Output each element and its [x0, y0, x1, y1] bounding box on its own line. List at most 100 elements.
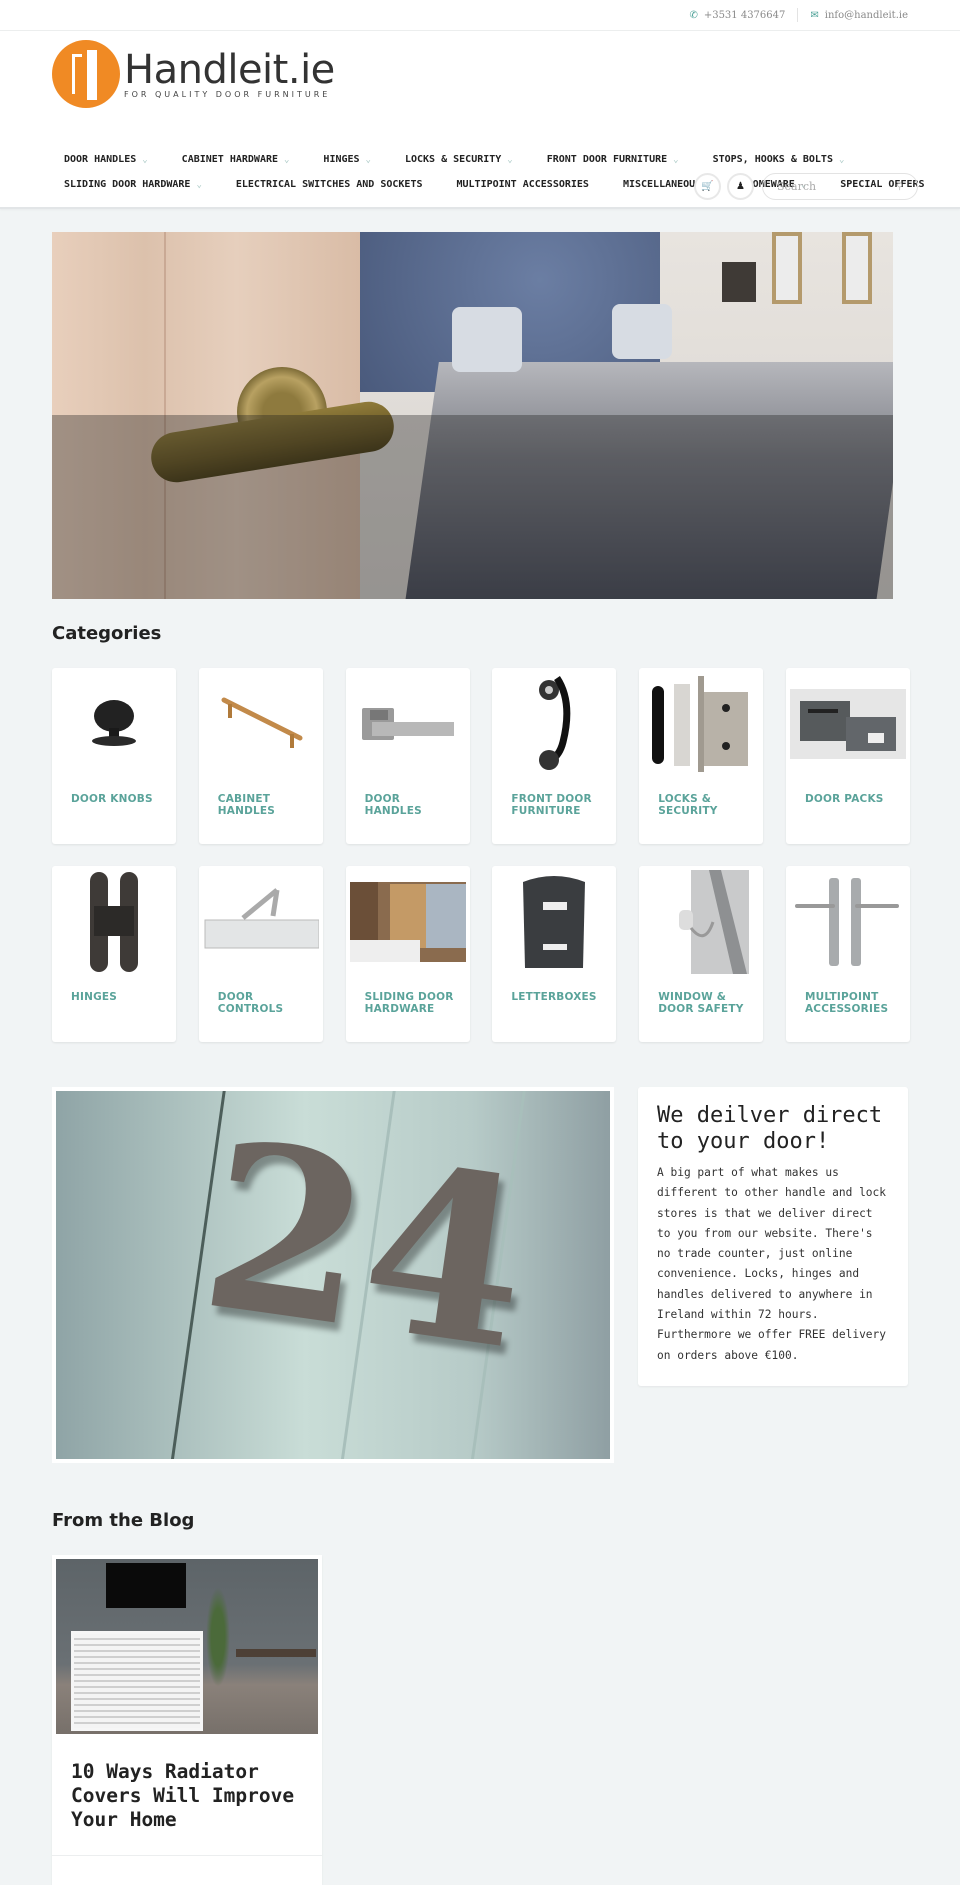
category-card-door-handles[interactable]: DOOR HANDLES	[345, 668, 470, 844]
category-image	[643, 672, 759, 776]
house-number-image: 24	[52, 1087, 614, 1463]
category-image	[203, 870, 319, 974]
category-image	[496, 870, 612, 974]
blog-image-plant	[206, 1587, 230, 1687]
category-card-door-packs[interactable]: DOOR PACKS	[785, 668, 910, 844]
brand-tagline: FOR QUALITY DOOR FURNITURE	[124, 89, 331, 99]
blog-image-table	[236, 1649, 316, 1657]
multipoint-handle-icon	[794, 878, 899, 966]
top-contact-bar: ✆ +3531 4376647 ✉ info@handleit.ie	[0, 0, 960, 31]
envelope-icon: ✉	[810, 9, 819, 21]
chevron-down-icon: ⌄	[838, 154, 845, 165]
letterbox-icon	[523, 876, 586, 968]
nav-item-hinges[interactable]: HINGES ⌄	[311, 154, 371, 165]
nav-label: DOOR HANDLES	[64, 154, 137, 165]
divider	[797, 8, 799, 22]
categories-title: Categories	[52, 623, 162, 644]
category-image	[350, 672, 466, 776]
door-knocker-icon	[539, 676, 571, 770]
phone-number[interactable]: +3531 4376647	[704, 10, 786, 21]
category-image	[496, 672, 612, 776]
category-label: HINGES	[71, 991, 118, 1003]
mortice-lock-icon	[652, 676, 749, 772]
category-card-locks-security[interactable]: LOCKS & SECURITY	[639, 668, 764, 844]
delivery-title: We deilver direct to your door!	[657, 1103, 883, 1154]
hero-banner[interactable]	[52, 232, 893, 599]
hero-lamp	[722, 262, 756, 302]
cart-icon: 🛒	[701, 181, 714, 192]
category-card-multipoint-accessories[interactable]: MULTIPOINT ACCESSORIES	[785, 866, 910, 1042]
hero-picture-frame	[772, 232, 802, 304]
hero-pillow	[452, 307, 522, 372]
logo-door-shape	[87, 50, 97, 100]
delivery-body: A big part of what makes us different to…	[657, 1166, 887, 1362]
nav-item-stops-hooks-bolts[interactable]: STOPS, HOOKS & BOLTS ⌄	[701, 154, 845, 165]
door-knob-icon	[92, 700, 136, 746]
door-handle-icon	[361, 708, 454, 740]
category-label: MULTIPOINT ACCESSORIES	[804, 991, 889, 1015]
nav-item-front-door-furniture[interactable]: FRONT DOOR FURNITURE ⌄	[535, 154, 679, 165]
category-label: CABINET HANDLES	[217, 793, 276, 817]
window-restrictor-icon	[679, 870, 750, 974]
category-image	[56, 870, 172, 974]
phone-contact[interactable]: ✆ +3531 4376647	[689, 10, 785, 21]
cart-button[interactable]: 🛒	[694, 173, 721, 200]
category-card-letterboxes[interactable]: LETTERBOXES	[492, 866, 617, 1042]
category-label: WINDOW & DOOR SAFETY	[658, 991, 744, 1015]
nav-label: STOPS, HOOKS & BOLTS	[712, 154, 833, 165]
account-button[interactable]: ♟	[727, 173, 754, 200]
blog-image-radiator-cover	[71, 1631, 203, 1731]
blog-section-title: From the Blog	[52, 1510, 195, 1531]
nav-label: HINGES	[323, 154, 360, 165]
email-contact[interactable]: ✉ info@handleit.ie	[810, 10, 908, 21]
nav-item-electrical[interactable]: ELECTRICAL SWITCHES AND SOCKETS	[224, 179, 423, 190]
nav-item-multipoint-accessories[interactable]: MULTIPOINT ACCESSORIES	[445, 179, 589, 190]
logo-mark-icon	[52, 40, 120, 108]
email-address[interactable]: info@handleit.ie	[825, 10, 908, 21]
category-label: LETTERBOXES	[511, 991, 597, 1003]
category-card-door-controls[interactable]: DOOR CONTROLS	[198, 866, 323, 1042]
chevron-down-icon: ⌄	[284, 154, 290, 165]
logo[interactable]: Handleit.ie FOR QUALITY DOOR FURNITURE	[52, 40, 335, 108]
chevron-down-icon: ⌄	[673, 154, 679, 165]
chevron-down-icon: ⌄	[196, 179, 202, 190]
nav-item-door-handles[interactable]: DOOR HANDLES ⌄	[52, 154, 148, 165]
search-input[interactable]	[777, 180, 887, 193]
category-label: DOOR HANDLES	[364, 793, 422, 817]
blog-post-card[interactable]: 10 Ways Radiator Covers Will Improve You…	[52, 1555, 322, 1885]
category-card-sliding-door-hardware[interactable]: SLIDING DOOR HARDWARE	[345, 866, 470, 1042]
delivery-info-card: We deilver direct to your door! A big pa…	[638, 1087, 908, 1386]
hero-pillow	[612, 304, 672, 359]
category-card-hinges[interactable]: HINGES	[52, 866, 176, 1042]
category-image	[203, 672, 319, 776]
nav-label: LOCKS & SECURITY	[404, 154, 502, 165]
blog-post-title[interactable]: 10 Ways Radiator Covers Will Improve You…	[71, 1760, 312, 1832]
logo-door-shape	[72, 54, 82, 94]
category-card-cabinet-handles[interactable]: CABINET HANDLES	[198, 668, 323, 844]
search-box[interactable]: ⚲	[762, 173, 918, 200]
category-label: DOOR PACKS	[804, 793, 884, 805]
category-label: SLIDING DOOR HARDWARE	[364, 991, 454, 1015]
nav-label: FRONT DOOR FURNITURE	[546, 154, 668, 165]
category-image	[56, 672, 172, 776]
nav-item-locks-security[interactable]: LOCKS & SECURITY ⌄	[393, 154, 513, 165]
category-card-door-knobs[interactable]: DOOR KNOBS	[52, 668, 176, 844]
nav-item-cabinet-hardware[interactable]: CABINET HARDWARE ⌄	[170, 154, 290, 165]
category-card-front-door-furniture[interactable]: FRONT DOOR FURNITURE	[492, 668, 617, 844]
category-label: LOCKS & SECURITY	[658, 793, 718, 817]
nav-label: SLIDING DOOR HARDWARE	[64, 179, 191, 190]
category-image	[789, 672, 906, 776]
blog-image-tv	[106, 1563, 186, 1608]
door-pack-box-icon	[789, 689, 906, 759]
cabinet-handle-icon	[221, 697, 303, 748]
category-card-window-door-safety[interactable]: WINDOW & DOOR SAFETY	[639, 866, 764, 1042]
category-label: FRONT DOOR FURNITURE	[511, 793, 592, 817]
nav-item-sliding-door-hardware[interactable]: SLIDING DOOR HARDWARE ⌄	[52, 179, 202, 190]
door-closer-icon	[204, 888, 319, 949]
house-number-digits: 24	[188, 1091, 544, 1402]
nav-label: MISCELLANEOUS	[622, 179, 702, 190]
house-number-photo: 24	[56, 1091, 610, 1459]
search-icon[interactable]: ⚲	[896, 181, 903, 192]
blog-post-image[interactable]	[56, 1559, 318, 1734]
header-tools: 🛒 ♟ ⚲	[694, 173, 918, 200]
